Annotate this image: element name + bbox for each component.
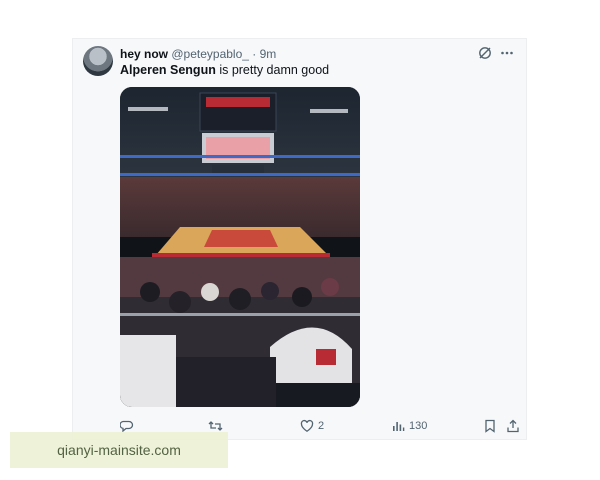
watermark: qianyi-mainsite.com	[10, 432, 228, 468]
views-icon	[391, 419, 405, 433]
avatar[interactable]	[83, 46, 113, 76]
like-button[interactable]: 2	[300, 419, 324, 433]
reply-button[interactable]	[120, 419, 138, 433]
bookmark-button[interactable]	[484, 419, 496, 433]
display-name[interactable]: hey now	[120, 47, 168, 61]
views-count: 130	[409, 420, 428, 432]
mentioned-player: Alperen Sengun	[120, 63, 216, 77]
like-count: 2	[318, 420, 325, 432]
user-handle[interactable]: @peteypablo_	[171, 47, 249, 61]
grok-icon[interactable]	[478, 46, 492, 60]
tweet-time[interactable]: 9m	[260, 47, 277, 61]
watermark-text: qianyi-mainsite.com	[57, 442, 181, 458]
separator-dot: ·	[252, 47, 257, 61]
tweet-text: Alperen Sengun is pretty damn good	[120, 63, 329, 77]
retweet-button[interactable]	[208, 419, 227, 433]
arena-photo	[120, 87, 360, 407]
tweet-image[interactable]	[120, 87, 360, 407]
views-button[interactable]: 130	[391, 419, 427, 433]
bookmark-icon	[484, 419, 496, 433]
tweet-card[interactable]: hey now @peteypablo_ · 9m Alperen Sengun…	[72, 38, 527, 440]
more-icon[interactable]	[500, 46, 514, 60]
share-button[interactable]	[506, 419, 520, 433]
tweet-text-rest: is pretty damn good	[215, 63, 330, 77]
heart-icon	[300, 419, 314, 433]
tweet-header: hey now @peteypablo_ · 9m	[120, 47, 514, 63]
share-icon	[506, 419, 520, 433]
reply-icon	[120, 419, 134, 433]
retweet-icon	[208, 419, 223, 433]
